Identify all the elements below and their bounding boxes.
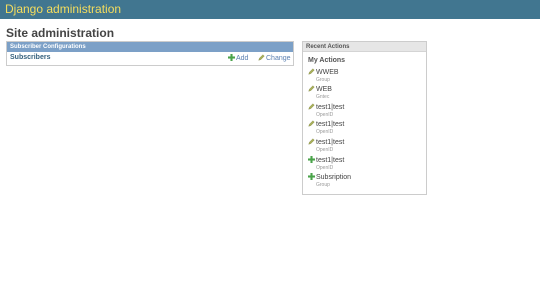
recent-actions-panel: Recent Actions My Actions WWEB Group WEB… xyxy=(302,41,427,195)
pencil-icon xyxy=(308,68,315,75)
my-actions-heading: My Actions xyxy=(308,57,346,64)
recent-action-link[interactable]: test1|test xyxy=(308,156,420,165)
recent-action-link[interactable]: test1|test xyxy=(308,138,420,147)
pencil-icon xyxy=(308,103,315,110)
recent-actions-caption: Recent Actions xyxy=(303,42,426,52)
recent-action-item: test1|test OpenID xyxy=(308,156,420,172)
recent-action-link[interactable]: WWEB xyxy=(308,68,420,77)
pencil-icon xyxy=(308,120,315,127)
pencil-icon xyxy=(308,138,315,145)
pencil-icon xyxy=(258,54,265,61)
recent-action-name: test1|test xyxy=(316,121,345,128)
add-icon xyxy=(228,54,235,61)
recent-action-type: OpenID xyxy=(316,112,334,118)
change-label: Change xyxy=(266,55,291,62)
recent-action-type: Group xyxy=(316,77,330,83)
recent-action-item: WEB Gntec xyxy=(308,85,420,101)
add-icon xyxy=(308,156,315,163)
recent-action-link[interactable]: test1|test xyxy=(308,120,420,129)
recent-action-item: WWEB Group xyxy=(308,68,420,84)
recent-action-item: test1|test OpenID xyxy=(308,103,420,119)
pencil-icon xyxy=(308,85,315,92)
recent-action-type: OpenID xyxy=(316,129,334,135)
recent-action-item: test1|test OpenID xyxy=(308,120,420,136)
recent-action-link[interactable]: test1|test xyxy=(308,103,420,112)
model-row-subscribers: Subscribers Add Change xyxy=(7,52,293,65)
recent-action-type: OpenID xyxy=(316,147,334,153)
page-title: Site administration xyxy=(6,26,115,40)
recent-action-link[interactable]: WEB xyxy=(308,85,420,94)
app-module-caption[interactable]: Subscriber Configurations xyxy=(7,42,293,52)
recent-action-type: OpenID xyxy=(316,165,334,171)
add-label: Add xyxy=(236,55,249,62)
recent-action-name: test1|test xyxy=(316,104,345,111)
site-header: Django administration xyxy=(0,0,540,19)
recent-action-item: test1|test OpenID xyxy=(308,138,420,154)
recent-action-type: Group xyxy=(316,182,330,188)
change-subscriber-button[interactable]: Change xyxy=(258,54,291,62)
recent-action-name: WWEB xyxy=(316,69,339,76)
add-subscriber-button[interactable]: Add xyxy=(228,54,248,62)
recent-action-link[interactable]: Subsription xyxy=(308,173,420,182)
recent-action-name: test1|test xyxy=(316,139,345,146)
recent-action-name: test1|test xyxy=(316,157,345,164)
recent-action-name: WEB xyxy=(316,86,332,93)
site-brand[interactable]: Django administration xyxy=(5,2,121,16)
app-module: Subscriber Configurations Subscribers Ad… xyxy=(6,41,294,66)
recent-action-item: Subsription Group xyxy=(308,173,420,189)
recent-action-type: Gntec xyxy=(316,94,330,100)
subscribers-link[interactable]: Subscribers xyxy=(10,54,50,61)
recent-action-name: Subsription xyxy=(316,174,352,181)
add-icon xyxy=(308,173,315,180)
